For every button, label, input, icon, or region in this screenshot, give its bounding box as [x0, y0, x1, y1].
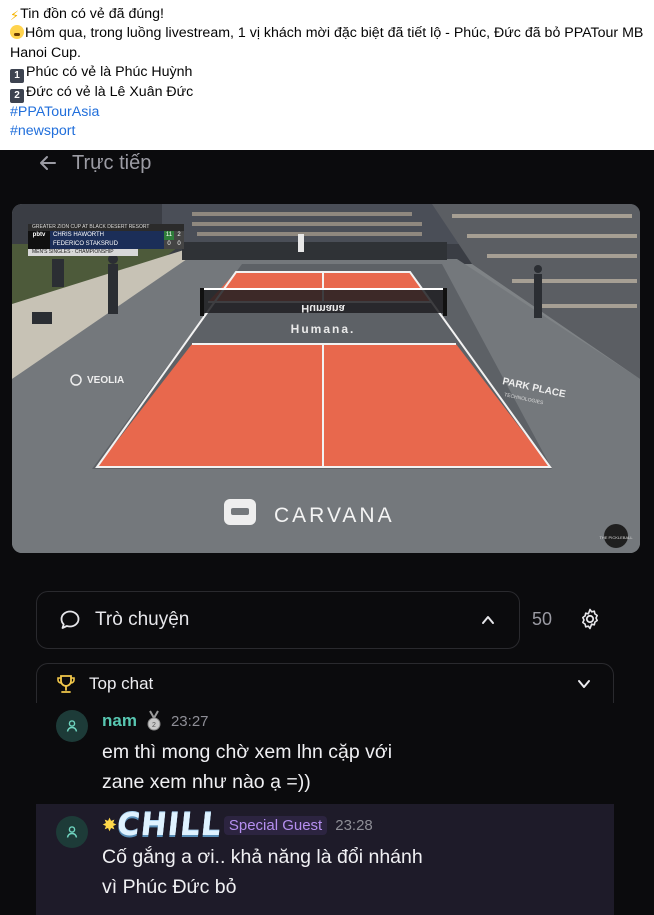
special-guest-badge: Special Guest — [223, 815, 328, 835]
gear-icon[interactable] — [578, 607, 602, 631]
left-sponsor-text: VEOLIA — [87, 375, 124, 386]
hashtag-newsport[interactable]: #newsport — [10, 123, 75, 139]
post-item-1: 1 Phúc có vẻ là Phúc Huỳnh — [10, 63, 650, 83]
username[interactable]: nam — [102, 711, 137, 731]
keycap-1-icon: 1 — [10, 68, 24, 83]
hashtag-ppatourasia[interactable]: #PPATourAsia — [10, 104, 99, 120]
video-player[interactable]: Humana Humana. VEOLIA PARK PLACE TECHNOL… — [12, 204, 640, 553]
back-arrow-icon[interactable] — [38, 153, 58, 173]
chat-title: Trò chuyện — [95, 609, 190, 630]
user-icon — [66, 826, 78, 838]
app-header: Trực tiếp — [38, 150, 151, 176]
post-line-2: Hôm qua, trong luồng livestream, 1 vị kh… — [10, 25, 644, 61]
scorebug-row-player2: FEDERICO STAKSRUD 0 0 — [28, 240, 184, 249]
trophy-icon — [57, 674, 75, 693]
sparkle-icon: ✸ — [102, 814, 118, 835]
message-meta: ✸ CHILL Special Guest 23:28 — [102, 807, 373, 843]
post-caption: ⚡Tin đồn có vẻ đã đúng! Hôm qua, trong l… — [10, 5, 650, 141]
user-icon — [66, 720, 78, 732]
scorebug: GREATER ZION CUP AT BLACK DESERT RESORT … — [28, 224, 184, 256]
chat-toggle[interactable]: Trò chuyện — [36, 591, 520, 649]
avatar[interactable] — [56, 816, 88, 848]
court-scene: Humana Humana. VEOLIA PARK PLACE TECHNOL… — [12, 204, 640, 553]
scorebug-row-player1: pbtv CHRIS HAWORTH 11 2 — [28, 231, 184, 240]
post-item-2: 2 Đức có vẻ là Lê Xuân Đức — [10, 83, 650, 103]
chat-bubble-icon — [60, 610, 80, 629]
page-title: Trực tiếp — [72, 151, 152, 174]
viewer-count: 50 — [532, 609, 553, 629]
top-chat-header[interactable]: Top chat — [36, 663, 614, 703]
keycap-2-icon: 2 — [10, 88, 24, 103]
medal-icon: 2 — [147, 710, 161, 731]
chevron-up-icon[interactable] — [479, 611, 497, 629]
corner-watermark: THE PICKLEBALL — [599, 535, 633, 540]
message-text: em thì mong chờ xem lhn cặp với zane xem… — [102, 741, 393, 793]
kitchen-sponsor-text: Humana. — [291, 322, 356, 336]
chat-message: nam 2 23:27 em thì mong chờ xem lhn cặp … — [36, 710, 614, 795]
livestream-screenshot: Trực tiếp Humana Humana. VEOLIA PARK PLA… — [0, 150, 654, 915]
message-time: 23:28 — [335, 816, 373, 834]
scorebug-banner: GREATER ZION CUP AT BLACK DESERT RESORT — [28, 224, 184, 231]
chill-sticker: CHILL — [115, 807, 224, 843]
pbtv-logo: pbtv — [28, 231, 50, 240]
net-sponsor-text: Humana — [301, 302, 345, 314]
chevron-down-icon[interactable] — [575, 675, 593, 693]
top-chat-label: Top chat — [89, 673, 154, 693]
carvana-sponsor-text: CARVANA — [274, 504, 395, 527]
crying-face-icon — [10, 25, 24, 40]
avatar[interactable] — [56, 710, 88, 742]
chat-message-highlighted: ✸ CHILL Special Guest 23:28 Cố gắng a ơi… — [36, 804, 614, 915]
lightning-icon: ⚡ — [10, 8, 20, 23]
message-time: 23:27 — [170, 712, 209, 730]
message-meta: nam 2 23:27 — [102, 710, 209, 732]
post-line-1: ⚡Tin đồn có vẻ đã đúng! — [10, 6, 164, 23]
message-text: Cố gắng a ơi.. khả năng là đổi nhánh vì … — [102, 846, 423, 898]
scorebug-event: MEN'S SINGLES · CHAMPIONSHIP — [28, 249, 138, 256]
svg-text:2: 2 — [152, 722, 156, 729]
